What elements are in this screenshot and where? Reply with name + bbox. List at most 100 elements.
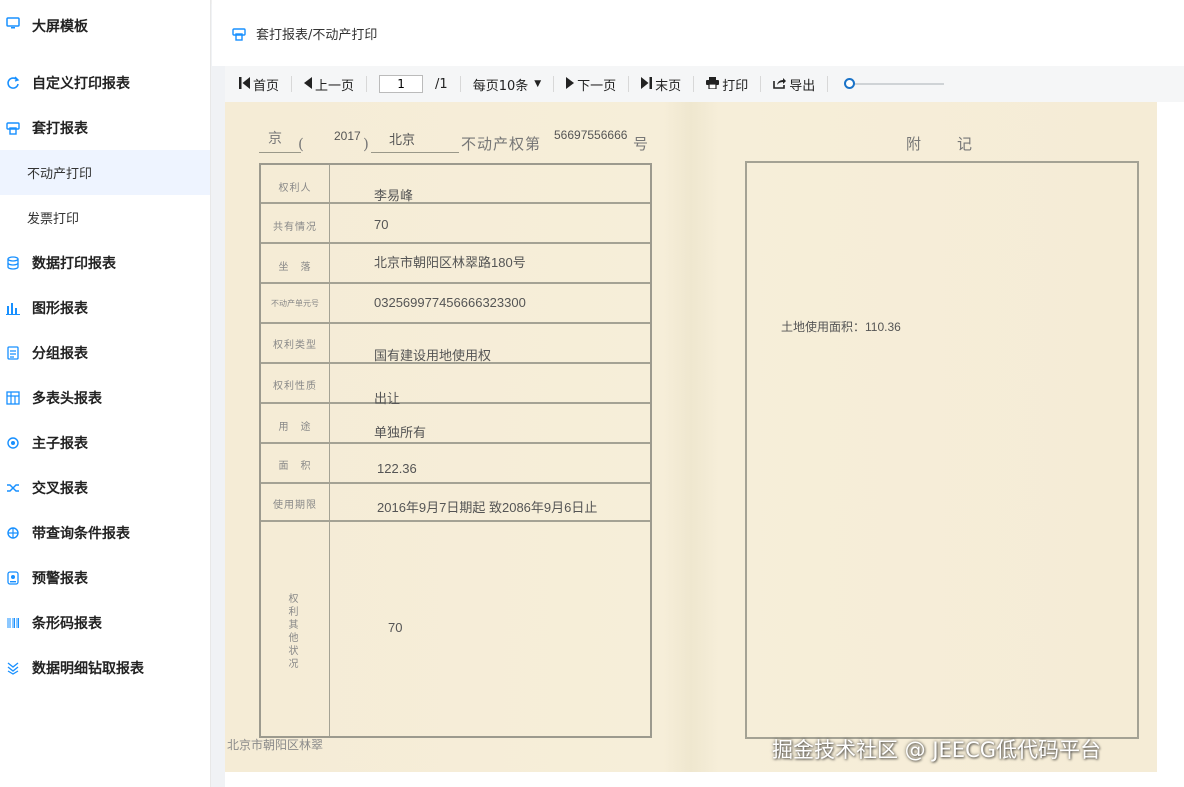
sidebar-item-label: 数据明细钻取报表 xyxy=(32,660,144,677)
sidebar-item-multi-header[interactable]: 多表头报表 xyxy=(0,375,210,420)
page-size-select[interactable]: 每页10条 ▼ xyxy=(473,75,541,94)
field-label: 权利类型 xyxy=(273,340,317,351)
sidebar-item-group-report[interactable]: 分组报表 xyxy=(0,330,210,375)
cert-number: 56697556666 xyxy=(554,128,628,142)
query-icon xyxy=(6,526,20,540)
sidebar: 大屏模板 自定义打印报表 套打报表 不动产打印 发票打印 数据打印报表 图形报表… xyxy=(0,0,211,787)
sidebar-item-barcode-report[interactable]: 条形码报表 xyxy=(0,600,210,645)
monitor-icon xyxy=(6,16,20,30)
header: 套打报表/不动产打印 xyxy=(212,0,1184,66)
sidebar-item-cross-report[interactable]: 交叉报表 xyxy=(0,465,210,510)
sidebar-item-label: 数据打印报表 xyxy=(32,255,116,272)
sidebar-item-label: 发票打印 xyxy=(27,212,80,227)
warning-icon xyxy=(6,570,20,585)
sidebar-item-chart-report[interactable]: 图形报表 xyxy=(0,285,210,330)
sidebar-item-label: 多表头报表 xyxy=(32,390,102,407)
next-page-button[interactable]: 下一页 xyxy=(566,75,616,94)
refresh-icon xyxy=(6,76,20,90)
field-value-term: 2016年9月7日期起 致2086年9月6日止 xyxy=(377,500,598,515)
toolbar-divider xyxy=(459,76,461,92)
print-template-icon xyxy=(6,121,20,135)
field-value-right-nature: 出让 xyxy=(374,391,401,406)
first-page-button[interactable]: 首页 xyxy=(239,75,279,94)
table-divider xyxy=(261,282,650,284)
sidebar-item-dashboard-template[interactable]: 大屏模板 xyxy=(0,0,210,60)
sidebar-item-label: 交叉报表 xyxy=(32,480,88,497)
zoom-slider-handle[interactable] xyxy=(844,78,856,89)
sidebar-subitem-invoice-print[interactable]: 发票打印 xyxy=(0,195,210,240)
cert-suffix: 号 xyxy=(633,135,649,153)
sidebar-item-master-detail[interactable]: 主子报表 xyxy=(0,420,210,465)
sidebar-item-warning-report[interactable]: 预警报表 xyxy=(0,555,210,600)
field-value-usage: 单独所有 xyxy=(374,425,427,440)
appendix-text: 土地使用面积：110.36 xyxy=(781,320,901,334)
sidebar-item-label: 预警报表 xyxy=(32,570,88,587)
toolbar-divider xyxy=(291,76,293,92)
sidebar-item-label: 条形码报表 xyxy=(32,615,102,632)
field-label: 面 积 xyxy=(278,461,312,472)
field-value-location: 北京市朝阳区林翠路180号 xyxy=(374,255,526,270)
prev-page-label: 上一页 xyxy=(315,78,355,94)
page-number-input[interactable] xyxy=(379,75,424,93)
sidebar-item-query-report[interactable]: 带查询条件报表 xyxy=(0,510,210,555)
field-label: 不动产单元号 xyxy=(271,299,319,308)
sidebar-item-label: 带查询条件报表 xyxy=(32,525,130,542)
sidebar-item-label: 分组报表 xyxy=(32,345,88,362)
export-label: 导出 xyxy=(789,78,816,94)
cert-paren-close: ) xyxy=(363,135,369,153)
table-divider xyxy=(261,482,650,484)
rights-table: 权利人 共有情况 坐 落 不动产单元号 权利类型 权利性质 用 途 面 积 使用… xyxy=(259,163,652,738)
sidebar-item-label: 自定义打印报表 xyxy=(32,75,130,92)
print-button[interactable]: 打印 xyxy=(706,75,748,94)
database-icon xyxy=(6,255,20,270)
sidebar-item-label: 图形报表 xyxy=(32,300,88,317)
field-label: 坐 落 xyxy=(278,262,312,273)
cert-title: 不动产权第 xyxy=(461,135,542,153)
next-page-label: 下一页 xyxy=(577,78,617,94)
cert-year: 2017 xyxy=(334,129,361,143)
field-value-unit-number: 032569977456666323300 xyxy=(374,295,526,310)
last-page-icon xyxy=(641,76,653,92)
next-page-icon xyxy=(566,76,575,92)
sidebar-item-data-print[interactable]: 数据打印报表 xyxy=(0,240,210,285)
bottom-note: 北京市朝阳区林翠 xyxy=(227,738,324,752)
sidebar-item-custom-print[interactable]: 自定义打印报表 xyxy=(0,60,210,105)
prev-page-button[interactable]: 上一页 xyxy=(304,75,354,94)
cross-icon xyxy=(6,481,20,495)
field-value-owner: 李易峰 xyxy=(374,188,414,203)
certificate-page: 京 ( 2017 ) 北京 不动产权第 56697556666 号 附 记 权利… xyxy=(225,102,1157,772)
sidebar-item-template-print[interactable]: 套打报表 xyxy=(0,105,210,150)
drilldown-icon xyxy=(6,661,20,675)
other-status-label: 权利其他状况 xyxy=(288,594,300,670)
export-icon xyxy=(773,77,787,92)
last-page-label: 末页 xyxy=(655,78,682,94)
cert-city: 北京 xyxy=(389,132,416,147)
toolbar-divider xyxy=(760,76,762,92)
print-label: 打印 xyxy=(722,78,749,94)
breadcrumb: 套打报表/不动产打印 xyxy=(232,24,377,43)
toolbar-divider xyxy=(366,76,368,92)
sidebar-subitem-real-estate-print[interactable]: 不动产打印 xyxy=(0,150,210,195)
zoom-slider-track xyxy=(848,83,945,85)
sidebar-item-drilldown-report[interactable]: 数据明细钻取报表 xyxy=(0,645,210,690)
export-button[interactable]: 导出 xyxy=(773,75,815,94)
report-preview: 京 ( 2017 ) 北京 不动产权第 56697556666 号 附 记 权利… xyxy=(225,102,1184,787)
prev-page-icon xyxy=(304,76,313,92)
last-page-button[interactable]: 末页 xyxy=(641,75,681,94)
table-divider xyxy=(329,165,330,736)
zoom-slider[interactable] xyxy=(844,78,945,90)
table-divider xyxy=(261,202,650,204)
master-detail-icon xyxy=(6,436,20,450)
bar-chart-icon xyxy=(6,301,20,315)
field-label: 使用期限 xyxy=(273,500,317,511)
appendix-box: 土地使用面积：110.36 xyxy=(745,161,1139,739)
field-label: 用 途 xyxy=(278,422,312,433)
field-label: 共有情况 xyxy=(273,222,317,233)
field-label: 权利性质 xyxy=(273,381,317,392)
field-label: 权利人 xyxy=(278,183,312,194)
field-value-area: 122.36 xyxy=(377,461,417,476)
barcode-icon xyxy=(6,616,20,630)
watermark: 掘金技术社区 @ JEECG低代码平台 xyxy=(772,738,1102,762)
sidebar-item-label: 大屏模板 xyxy=(32,19,88,35)
sidebar-item-label: 不动产打印 xyxy=(27,167,93,182)
